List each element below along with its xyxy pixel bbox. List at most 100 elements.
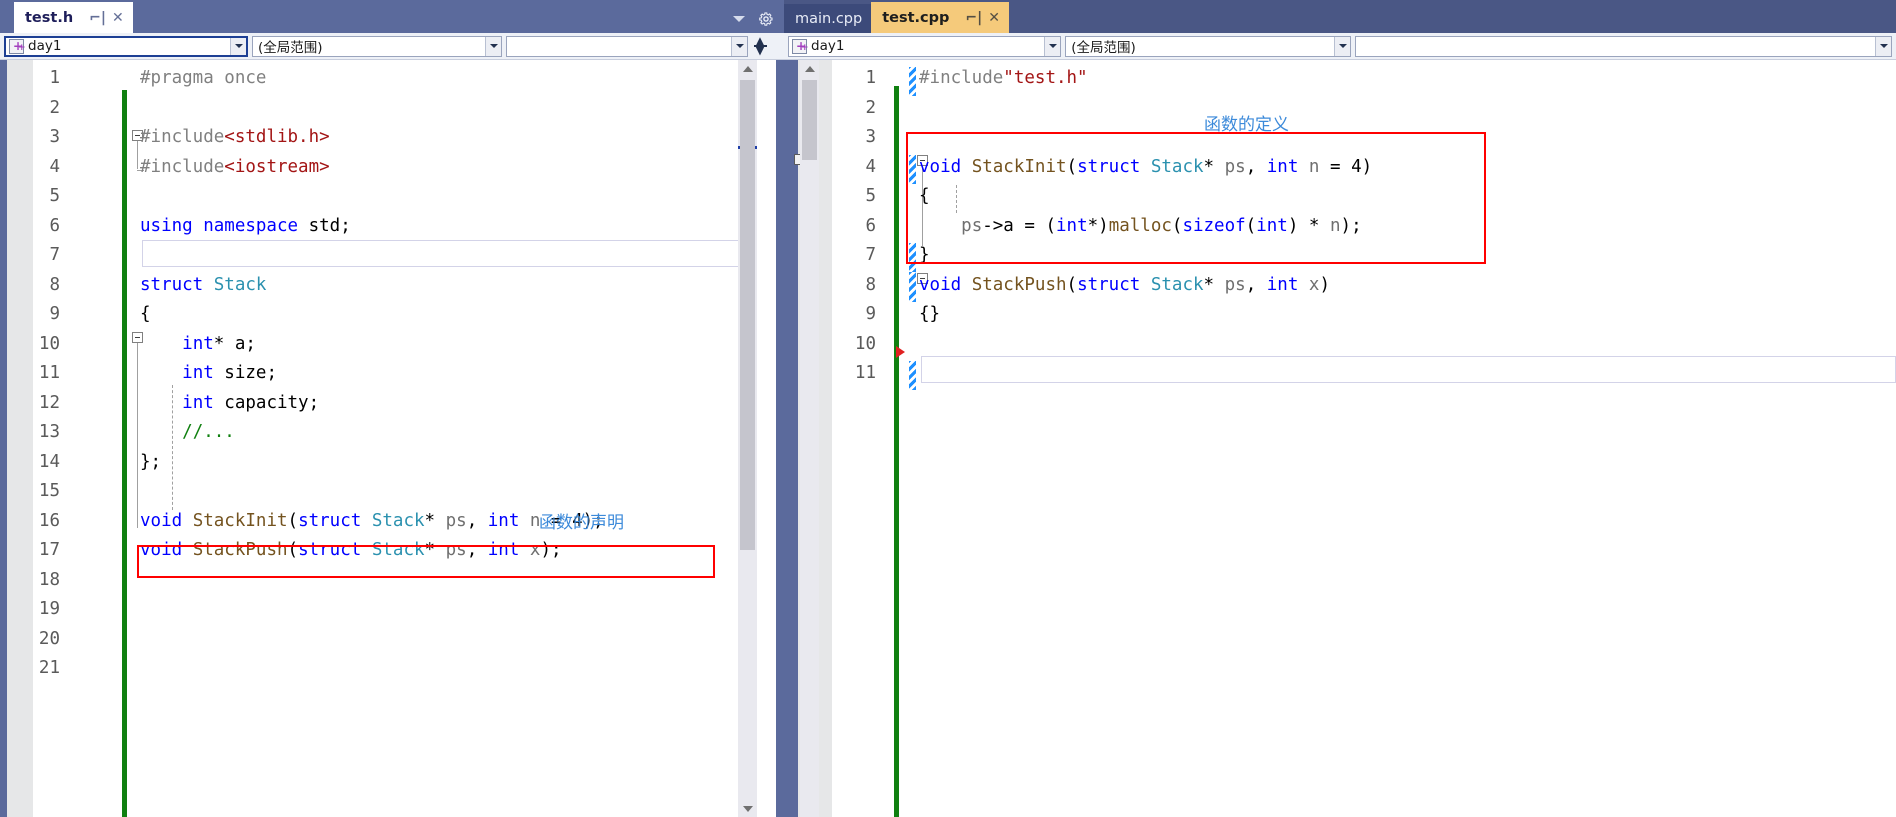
code-line[interactable]: 4 void StackInit(struct Stack* ps, int n … (784, 153, 1896, 183)
code-token: #include (919, 68, 1004, 88)
code-text[interactable]: //... (140, 418, 235, 448)
code-line[interactable]: 12 int capacity; (0, 389, 784, 419)
pin-icon[interactable]: ⌐| (965, 11, 982, 25)
code-line[interactable]: 7 (0, 241, 784, 271)
line-number: 3 (865, 127, 876, 147)
code-line[interactable]: 5{ (784, 182, 1896, 212)
scroll-thumb[interactable] (740, 80, 755, 550)
code-text[interactable]: {} (919, 300, 940, 330)
code-token: }; (140, 451, 162, 472)
code-text[interactable]: void StackInit(struct Stack* ps, int n =… (919, 153, 1372, 183)
code-line[interactable]: 11 int size; (0, 359, 784, 389)
code-line[interactable]: 3 (784, 123, 1896, 153)
scope-combo-right[interactable]: (全局范围) (1065, 35, 1352, 57)
code-line[interactable]: 16 void StackInit(struct Stack* ps, int n… (0, 507, 784, 537)
project-combo-right[interactable]: day1 (788, 35, 1062, 57)
code-line[interactable]: 5 (0, 182, 784, 212)
chevron-down-icon[interactable] (230, 37, 246, 55)
left-code-surface[interactable]: 1 #pragma once 2 3 #include<stdlib.h> 4 #inclu… (0, 60, 784, 817)
scope-combo-left[interactable]: (全局范围) (252, 35, 502, 57)
tab-test-cpp[interactable]: test.cpp ⌐| ✕ (871, 2, 1009, 33)
code-line[interactable]: 18 (0, 566, 784, 596)
code-text[interactable]: }; (140, 448, 161, 478)
scroll-thumb[interactable] (802, 80, 817, 160)
chevron-down-icon[interactable] (1044, 36, 1061, 56)
left-code-editor[interactable]: 1 #pragma once 2 3 #include<stdlib.h> 4 #inclu… (0, 60, 784, 817)
code-line[interactable]: 8 void StackPush(struct Stack* ps, int x) (784, 271, 1896, 301)
code-line[interactable]: 9{ (0, 300, 784, 330)
chevron-down-icon[interactable] (1875, 36, 1891, 56)
chevron-down-icon[interactable] (1334, 36, 1351, 56)
scroll-up-arrow[interactable] (800, 60, 819, 77)
line-number: 6 (865, 215, 876, 236)
code-text[interactable]: void StackPush(struct Stack* ps, int x) (919, 271, 1330, 301)
code-line[interactable]: 7} (784, 241, 1896, 271)
code-text[interactable]: #include<iostream> (140, 153, 330, 183)
code-token: , (1245, 274, 1267, 295)
code-line[interactable]: 15 (0, 477, 784, 507)
tab-main-cpp[interactable]: main.cpp (784, 4, 872, 33)
code-text[interactable]: int capacity; (140, 389, 319, 419)
code-text[interactable]: #include"test.h" (919, 64, 1088, 94)
code-line[interactable]: 2 (784, 94, 1896, 124)
code-text[interactable]: { (919, 182, 930, 212)
gear-icon[interactable] (758, 11, 774, 27)
code-line[interactable]: 4 #include<iostream> (0, 153, 784, 183)
code-line[interactable]: 14}; (0, 448, 784, 478)
code-line[interactable]: 11 (784, 359, 1896, 389)
code-token: //... (182, 422, 235, 442)
code-token: int (1266, 156, 1299, 177)
code-line[interactable]: 1 #pragma once (0, 64, 784, 94)
code-text[interactable]: #include<stdlib.h> (140, 123, 330, 153)
chevron-down-icon[interactable] (731, 36, 747, 56)
code-line[interactable]: 1 #include"test.h" (784, 64, 1896, 94)
code-text[interactable]: int size; (140, 359, 277, 389)
code-text[interactable]: void StackInit(struct Stack* ps, int n =… (140, 507, 604, 537)
code-line[interactable]: 9 {} (784, 300, 1896, 330)
project-combo-left[interactable]: day1 (4, 35, 248, 57)
code-line[interactable]: 10 int* a; (0, 330, 784, 360)
tab-label: test.cpp (882, 9, 950, 26)
code-line[interactable]: 20 (0, 625, 784, 655)
right-vertical-scrollbar[interactable] (800, 60, 819, 817)
code-line[interactable]: 13 //... (0, 418, 784, 448)
scroll-up-arrow[interactable] (738, 60, 757, 77)
code-line[interactable]: 19 (0, 595, 784, 625)
code-text[interactable]: #pragma once (140, 64, 266, 94)
tab-test-h[interactable]: test.h ⌐| ✕ (14, 2, 133, 33)
close-icon[interactable]: ✕ (988, 11, 1000, 25)
pin-icon[interactable]: ⌐| (89, 11, 106, 25)
code-text[interactable]: ps->a = (int*)malloc(sizeof(int) * n); (919, 212, 1361, 242)
code-text[interactable]: using namespace std; (140, 212, 351, 242)
close-icon[interactable]: ✕ (112, 11, 124, 25)
code-text[interactable]: } (919, 241, 930, 271)
code-text[interactable]: struct Stack (140, 271, 266, 301)
code-token: ps (445, 510, 467, 531)
code-token: ( (287, 540, 299, 560)
code-text[interactable]: void StackPush(struct Stack* ps, int x); (140, 536, 562, 566)
chevron-down-icon[interactable] (485, 36, 501, 56)
code-token: void (140, 510, 183, 531)
scroll-down-arrow[interactable] (738, 800, 757, 817)
code-token: int (1056, 215, 1088, 236)
code-line[interactable]: 10 (784, 330, 1896, 360)
split-view-icon[interactable]: ▲ ▼ (750, 35, 770, 57)
code-text[interactable]: int* a; (140, 330, 256, 360)
chevron-down-icon[interactable] (733, 16, 745, 22)
code-text[interactable]: { (140, 300, 151, 330)
member-combo-right[interactable] (1355, 35, 1892, 57)
left-vertical-scrollbar[interactable] (738, 60, 757, 817)
code-line[interactable]: 2 (0, 94, 784, 124)
code-line[interactable]: 17 void StackPush(struct Stack* ps, int x… (0, 536, 784, 566)
code-line[interactable]: 21 (0, 654, 784, 684)
code-line[interactable]: 8 struct Stack (0, 271, 784, 301)
code-token: { (919, 186, 930, 206)
member-combo-left[interactable] (506, 35, 748, 57)
right-code-surface[interactable]: 1 #include"test.h" 2 3 4 void StackInit(struc… (784, 60, 1896, 817)
code-line[interactable]: 6 using namespace std; (0, 212, 784, 242)
code-line[interactable]: 6 ps->a = (int*)malloc(sizeof(int) * n); (784, 212, 1896, 242)
code-line[interactable]: 3 #include<stdlib.h> (0, 123, 784, 153)
right-code-editor[interactable]: 1 #include"test.h" 2 3 4 void StackInit(struc… (784, 60, 1896, 817)
